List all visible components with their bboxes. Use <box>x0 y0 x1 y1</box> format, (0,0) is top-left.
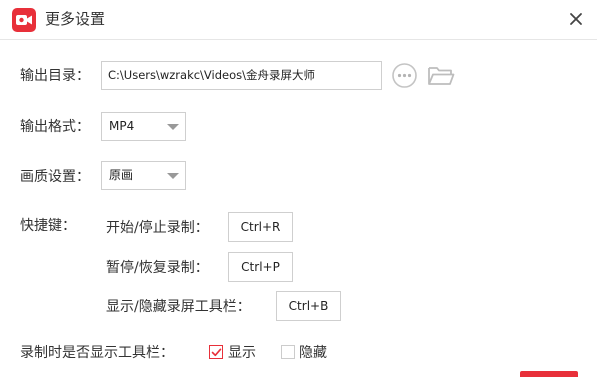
shortcut-toolbar-toggle-key[interactable]: Ctrl+B <box>276 291 341 321</box>
open-folder-icon[interactable] <box>427 64 455 87</box>
quality-value: 原画 <box>109 168 134 182</box>
show-toolbar-label[interactable]: 显示 <box>228 343 256 363</box>
shortcut-pause-resume-label: 暂停/恢复录制： <box>106 260 209 276</box>
output-dir-input[interactable]: C:\Users\wzrakc\Videos\金舟录屏大师 <box>101 61 382 90</box>
show-toolbar-checkbox[interactable] <box>209 345 223 359</box>
shortcut-start-stop-key[interactable]: Ctrl+R <box>228 212 293 242</box>
chevron-down-icon <box>167 124 179 130</box>
hide-toolbar-checkbox[interactable] <box>281 345 295 359</box>
confirm-button[interactable] <box>520 371 578 377</box>
close-icon[interactable] <box>567 10 585 28</box>
shortcut-start-stop-label: 开始/停止录制： <box>106 220 209 236</box>
window-title: 更多设置 <box>45 10 106 28</box>
shortcut-pause-resume-key[interactable]: Ctrl+P <box>228 252 293 282</box>
shortcuts-label: 快捷键： <box>20 218 76 234</box>
title-bar: 更多设置 <box>0 0 597 40</box>
quality-label: 画质设置： <box>20 169 90 185</box>
more-options-icon[interactable] <box>392 63 417 88</box>
output-format-label: 输出格式： <box>20 119 90 135</box>
output-format-select[interactable]: MP4 <box>101 112 186 141</box>
toolbar-visibility-label: 录制时是否显示工具栏： <box>20 345 174 361</box>
chevron-down-icon <box>167 173 179 179</box>
hide-toolbar-label[interactable]: 隐藏 <box>299 343 327 363</box>
quality-select[interactable]: 原画 <box>101 161 186 190</box>
output-dir-label: 输出目录： <box>20 68 90 84</box>
app-logo-icon <box>12 8 36 32</box>
output-format-value: MP4 <box>109 119 135 133</box>
shortcut-toolbar-toggle-label: 显示/隐藏录屏工具栏： <box>106 299 251 315</box>
